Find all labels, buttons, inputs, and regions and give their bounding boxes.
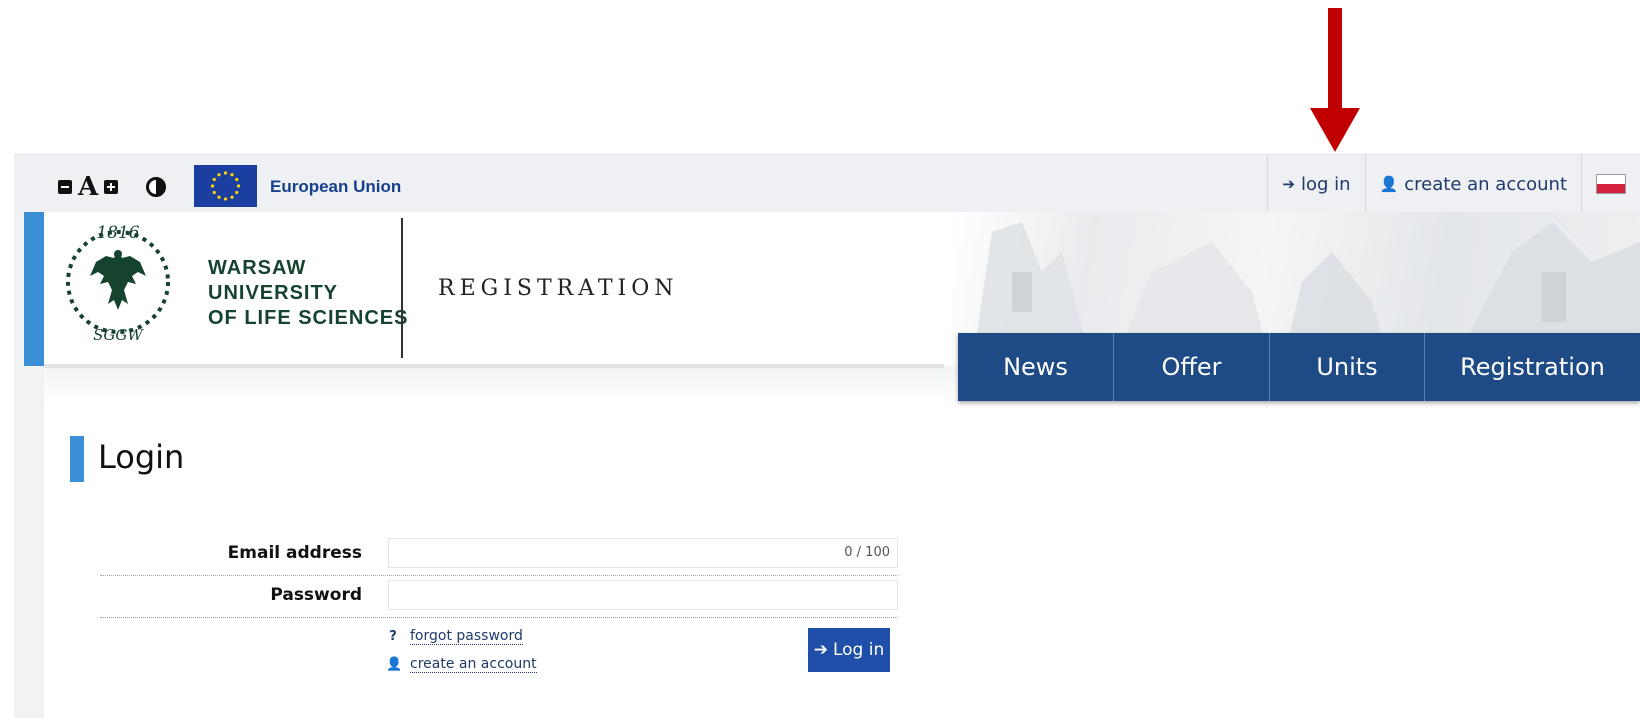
create-account-form-label: create an account bbox=[410, 656, 537, 673]
login-link[interactable]: ➔ log in bbox=[1267, 155, 1364, 213]
eu-flag-icon bbox=[194, 165, 257, 207]
login-button-label: Log in bbox=[832, 640, 885, 660]
email-row: Email address 0 / 100 bbox=[100, 536, 898, 576]
contrast-icon[interactable] bbox=[146, 177, 167, 197]
svg-text:1816: 1816 bbox=[96, 223, 139, 243]
section-title: REGISTRATION bbox=[438, 276, 679, 301]
eu-star-icon bbox=[212, 177, 216, 182]
forgot-password-link[interactable]: ? forgot password bbox=[386, 628, 523, 645]
sign-in-icon: ➔ bbox=[813, 640, 828, 660]
email-char-counter: 0 / 100 bbox=[844, 545, 890, 560]
user-links: ➔ log in 👤 create an account bbox=[1267, 155, 1640, 213]
language-switch[interactable] bbox=[1581, 155, 1640, 213]
annotation-arrow-icon bbox=[1310, 8, 1360, 153]
university-name-line-1: WARSAW bbox=[208, 257, 307, 279]
header-shadow bbox=[44, 364, 944, 368]
user-plus-icon: 👤 bbox=[1379, 175, 1399, 193]
eu-star-icon bbox=[236, 184, 241, 188]
eu-star-icon bbox=[230, 173, 234, 177]
create-account-link[interactable]: 👤 create an account bbox=[1364, 155, 1581, 213]
email-field[interactable] bbox=[388, 538, 898, 568]
sign-in-icon: ➔ bbox=[1282, 175, 1295, 193]
header-divider bbox=[401, 218, 403, 358]
font-size-letter[interactable]: A bbox=[78, 174, 98, 200]
eu-star-icon bbox=[217, 173, 221, 177]
nav-item-news[interactable]: News bbox=[958, 333, 1114, 401]
poland-flag-icon bbox=[1596, 174, 1626, 194]
login-button[interactable]: ➔ Log in bbox=[808, 628, 890, 672]
eu-star-icon bbox=[223, 171, 228, 175]
forgot-password-label: forgot password bbox=[410, 628, 523, 645]
top-utility-bar: A European Union ➔ log in 👤 create an ac… bbox=[14, 154, 1640, 213]
nav-item-offer[interactable]: Offer bbox=[1114, 333, 1270, 401]
eu-star-icon bbox=[230, 195, 234, 199]
svg-text:SGGW: SGGW bbox=[93, 326, 144, 344]
university-name-line-2: UNIVERSITY bbox=[208, 282, 339, 304]
main-navigation: News Offer Units Registration bbox=[958, 333, 1640, 401]
question-icon: ? bbox=[389, 629, 397, 644]
university-name[interactable]: WARSAW UNIVERSITY OF LIFE SCIENCES bbox=[208, 256, 408, 331]
password-row: Password bbox=[100, 578, 898, 618]
eu-star-icon bbox=[217, 195, 221, 199]
email-label: Email address bbox=[227, 543, 362, 563]
accessibility-controls: A bbox=[58, 174, 167, 200]
title-accent-bar bbox=[70, 436, 84, 482]
eu-star-icon bbox=[235, 190, 239, 195]
header-accent-bar bbox=[24, 212, 44, 366]
password-label: Password bbox=[270, 585, 362, 605]
university-crest-logo[interactable]: 1816 SGGW bbox=[56, 220, 180, 344]
eu-star-icon bbox=[235, 177, 239, 182]
user-plus-icon: 👤 bbox=[386, 657, 403, 672]
create-account-form-link[interactable]: 👤 create an account bbox=[386, 656, 537, 673]
password-field[interactable] bbox=[388, 580, 898, 610]
login-link-label: log in bbox=[1301, 173, 1351, 195]
nav-item-registration[interactable]: Registration bbox=[1425, 333, 1640, 401]
eu-label: European Union bbox=[270, 177, 402, 196]
eu-star-icon bbox=[210, 184, 215, 188]
eu-star-icon bbox=[212, 190, 216, 195]
create-account-link-label: create an account bbox=[1404, 173, 1567, 195]
increase-font-icon[interactable] bbox=[104, 180, 119, 194]
university-name-line-3: OF LIFE SCIENCES bbox=[208, 307, 409, 329]
page-title: Login bbox=[98, 438, 185, 476]
eu-star-icon bbox=[223, 197, 228, 201]
arrow-head bbox=[1310, 108, 1360, 152]
nav-item-units[interactable]: Units bbox=[1270, 333, 1425, 401]
decrease-font-icon[interactable] bbox=[58, 180, 72, 194]
arrow-shaft bbox=[1328, 8, 1342, 110]
